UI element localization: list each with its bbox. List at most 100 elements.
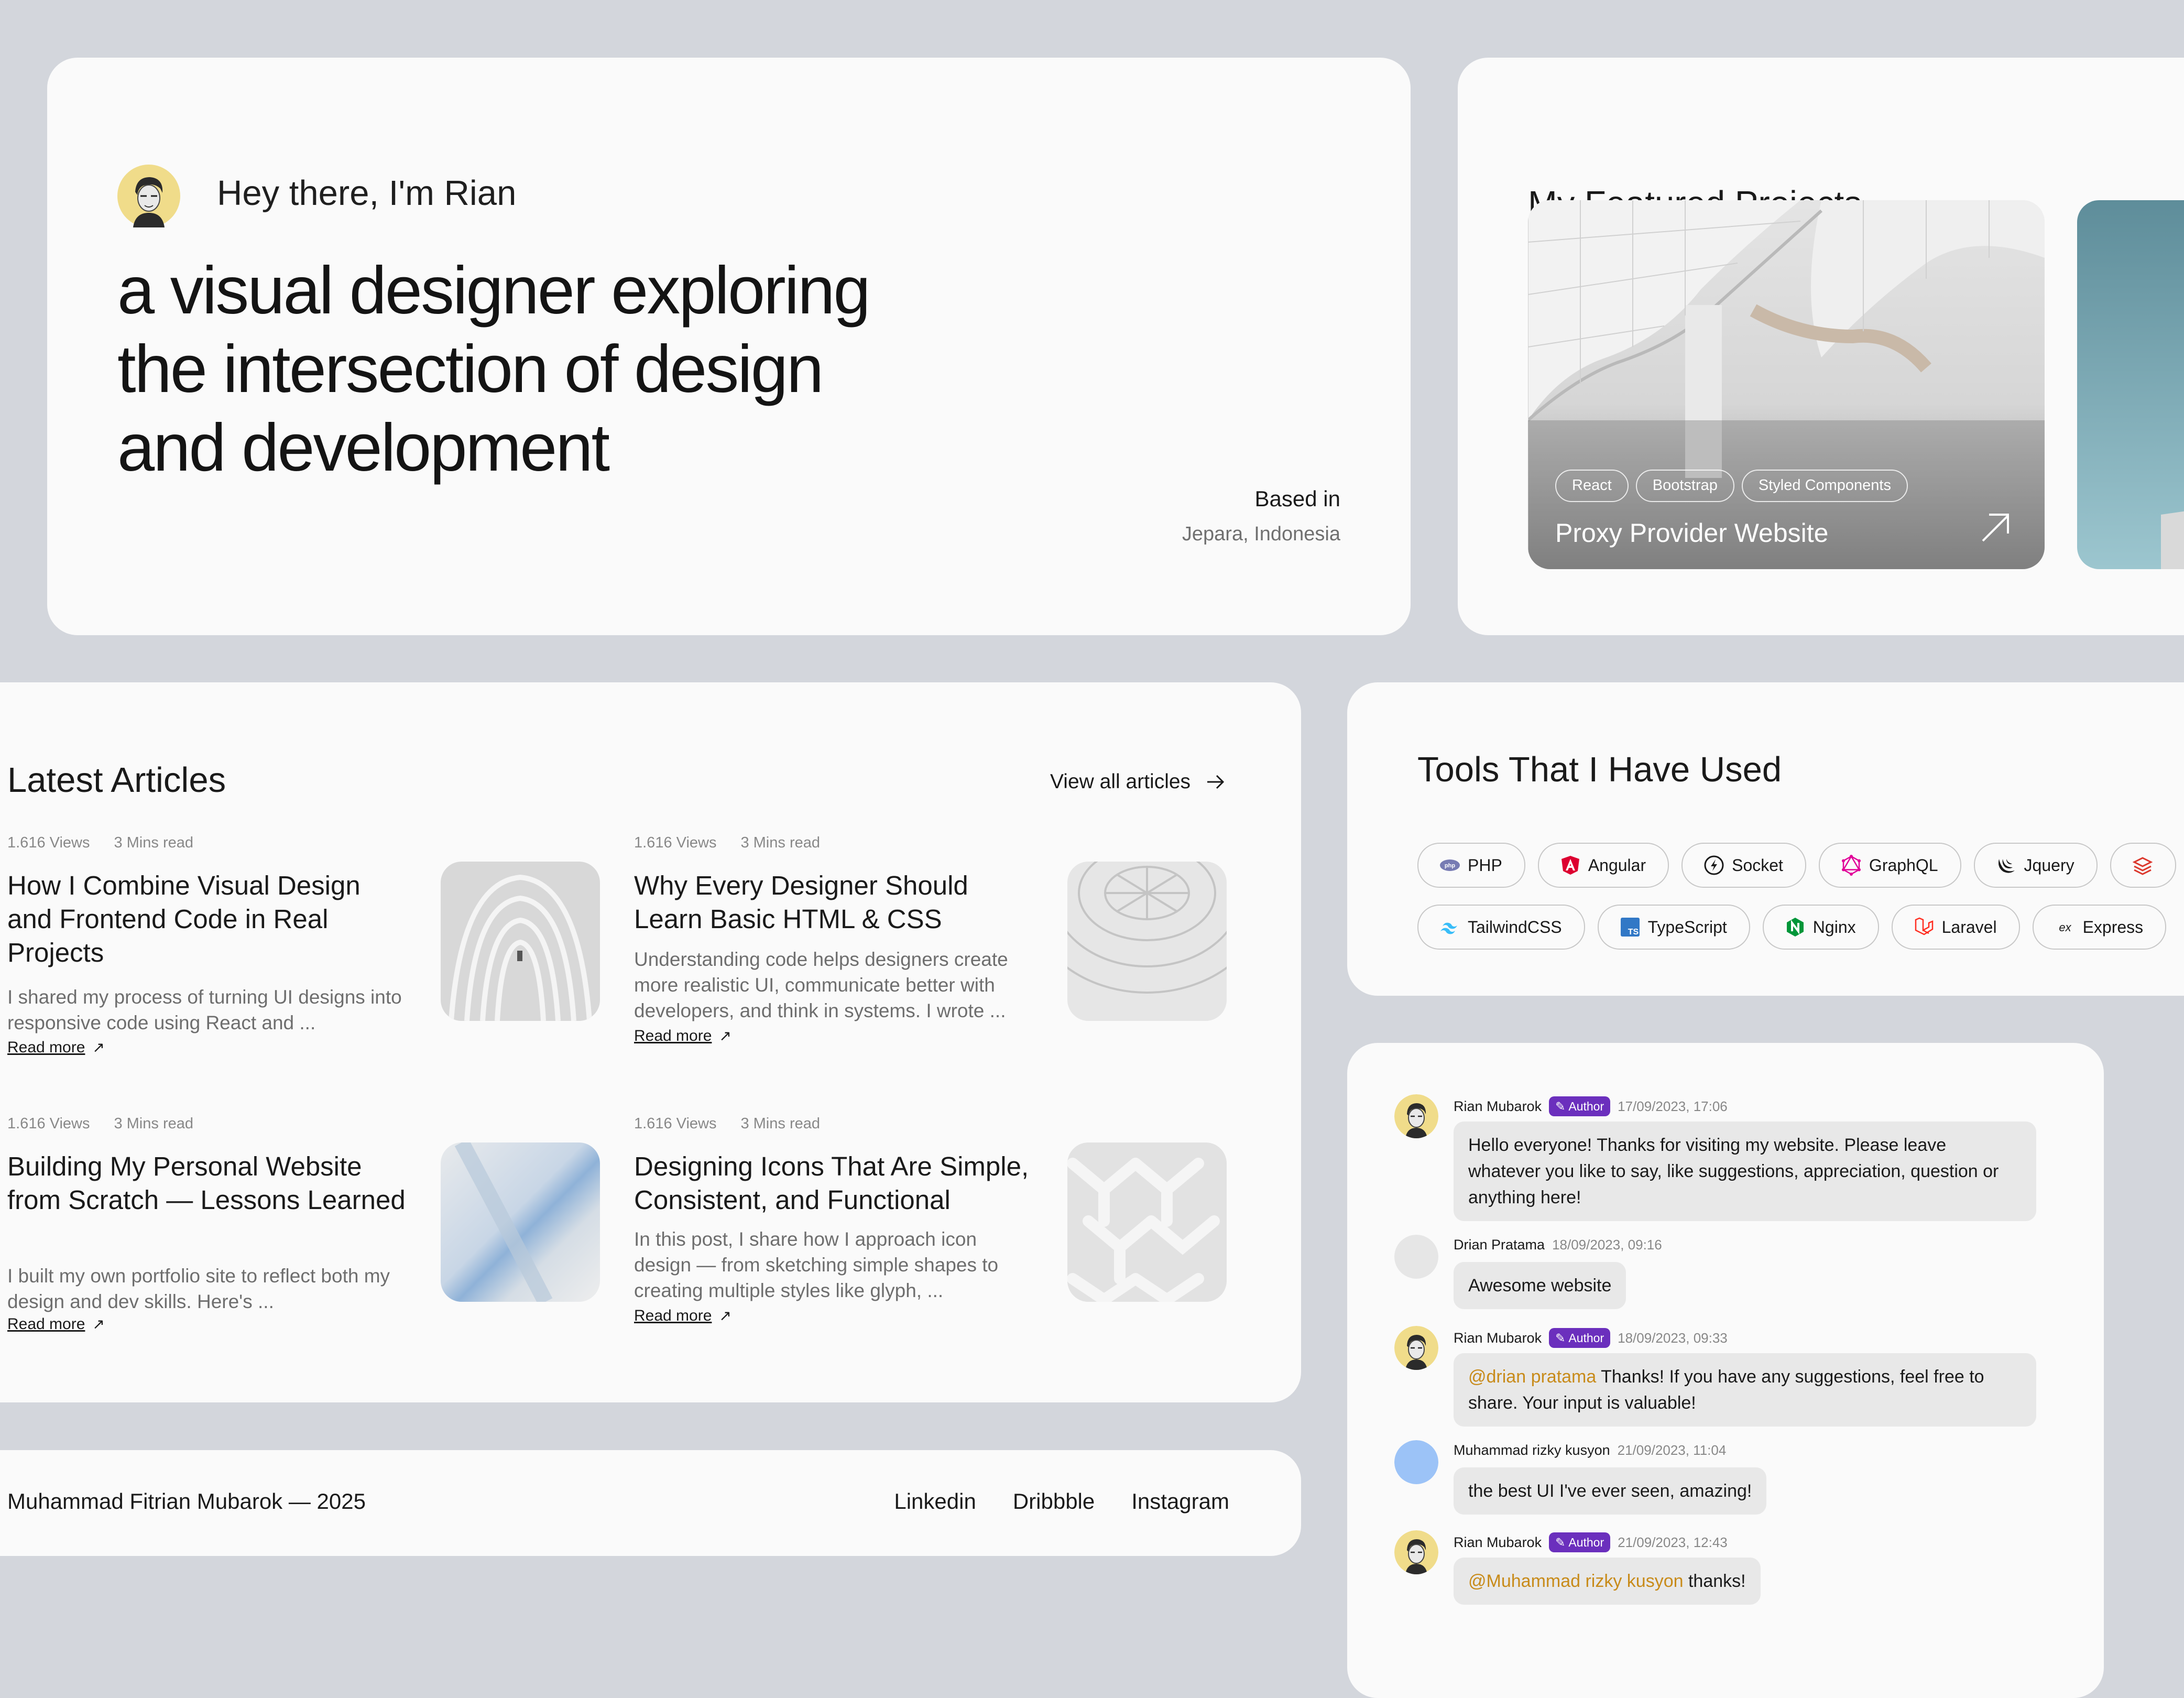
read-more-link[interactable]: Read more ↗ [7, 1315, 105, 1333]
arrow-up-right-icon: ↗ [92, 1039, 105, 1055]
arrow-up-right-icon[interactable] [1979, 510, 2012, 544]
article-title[interactable]: Why Every Designer Should Learn Basic HT… [634, 869, 1032, 936]
tool-chip-angular[interactable]: Angular [1537, 843, 1669, 888]
project-image [1528, 200, 2045, 569]
tools-card: Tools That I Have Used php PHP Angular S… [1347, 682, 2184, 996]
based-in-label: Based in [1254, 486, 1340, 511]
comment-bubble: @drian pratama Thanks! If you have any s… [1454, 1353, 2036, 1427]
jquery-icon [1998, 859, 2015, 873]
read-more-label: Read more [7, 1315, 85, 1333]
project-name: Proxy Provider Website [1555, 518, 1829, 548]
tool-label: Jquery [2024, 855, 2074, 875]
svg-text:php: php [1445, 863, 1455, 869]
article-image [1067, 862, 1227, 1021]
dribbble-link[interactable]: Dribbble [1013, 1489, 1095, 1514]
article-thumbnail[interactable] [441, 862, 600, 1021]
comment-header: Drian Pratama 18/09/2023, 09:16 [1454, 1237, 1662, 1253]
tool-chip-jquery[interactable]: Jquery [1973, 843, 2098, 888]
graphql-icon [1841, 855, 1861, 876]
tool-chip-tailwindcss[interactable]: TailwindCSS [1417, 905, 1585, 950]
redis-icon [2132, 857, 2153, 875]
tool-label: Angular [1588, 855, 1646, 875]
article-item[interactable]: 1.616 Views 3 Mins read Why Every Designe… [634, 834, 1252, 1054]
tool-chip-php[interactable]: php PHP [1417, 843, 1525, 888]
headline-line: and development [117, 410, 610, 485]
section-title: Latest Articles [7, 760, 226, 800]
article-thumbnail[interactable] [1067, 1142, 1227, 1302]
comment-time: 17/09/2023, 17:06 [1618, 1098, 1728, 1114]
read-time: 3 Mins read [114, 1115, 193, 1132]
project-tags: React Bootstrap Styled Components [1555, 470, 1908, 502]
comment-header: Muhammad rizky kusyon 21/09/2023, 11:04 [1454, 1442, 1726, 1458]
section-title: Tools That I Have Used [1417, 750, 1782, 789]
comment-bubble: the best UI I've ever seen, amazing! [1454, 1467, 1767, 1515]
location-text: Jepara, Indonesia [1182, 523, 1340, 545]
author-badge: ✎ Author [1549, 1532, 1611, 1552]
read-more-link[interactable]: Read more ↗ [634, 1027, 731, 1045]
article-item[interactable]: 1.616 Views 3 Mins read How I Combine Vis… [7, 834, 626, 1057]
avatar [1394, 1326, 1438, 1370]
author-badge: ✎ Author [1549, 1096, 1611, 1116]
author-badge-label: Author [1568, 1100, 1604, 1113]
article-item[interactable]: 1.616 Views 3 Mins read Building My Perso… [7, 1115, 626, 1335]
article-image [441, 1142, 600, 1302]
article-excerpt: In this post, I share how I approach ico… [634, 1228, 999, 1301]
read-more-link[interactable]: Read more ↗ [634, 1307, 731, 1325]
read-time: 3 Mins read [740, 1115, 820, 1132]
project-card[interactable] [2077, 200, 2184, 569]
article-meta: 1.616 Views 3 Mins read [634, 1115, 820, 1133]
view-all-articles-link[interactable]: View all articles [1050, 770, 1226, 793]
article-title[interactable]: Building My Personal Website from Scratc… [7, 1150, 406, 1217]
tool-label: Nginx [1812, 917, 1856, 937]
mention-link[interactable]: @drian pratama [1468, 1367, 1596, 1387]
tool-label: PHP [1468, 855, 1502, 875]
tool-chip-partial[interactable] [2110, 843, 2176, 888]
article-excerpt: Understanding code helps designers creat… [634, 949, 1008, 1021]
comment-time: 18/09/2023, 09:16 [1552, 1237, 1662, 1253]
tool-chip-socket[interactable]: Socket [1681, 843, 1806, 888]
article-thumbnail[interactable] [441, 1142, 600, 1302]
tag-chip: React [1555, 470, 1629, 502]
hero-card: Hey there, I'm Rian a visual designer ex… [47, 58, 1411, 635]
svg-text:TS: TS [1628, 928, 1639, 937]
views-count: 1.616 Views [634, 1115, 717, 1132]
arrow-right-icon [1207, 775, 1225, 789]
comment-time: 18/09/2023, 09:33 [1618, 1330, 1728, 1346]
arrow-up-right-icon: ↗ [92, 1316, 105, 1332]
article-title[interactable]: How I Combine Visual Design and Frontend… [7, 869, 406, 970]
featured-projects-card: My Featured Projects React Bootstrap Sty… [1458, 58, 2184, 635]
article-excerpt: I built my own portfolio site to reflect… [7, 1265, 390, 1312]
article-title[interactable]: Designing Icons That Are Simple, Consist… [634, 1150, 1032, 1217]
article-item[interactable]: 1.616 Views 3 Mins read Designing Icons T… [634, 1115, 1252, 1335]
tool-chip-nginx[interactable]: Nginx [1762, 905, 1879, 950]
article-meta: 1.616 Views 3 Mins read [7, 834, 193, 852]
comment-bubble: Awesome website [1454, 1262, 1626, 1309]
commenter-name: Rian Mubarok [1454, 1330, 1542, 1346]
comment-text: thanks! [1683, 1571, 1746, 1591]
social-links: Linkedin Dribbble Instagram [894, 1489, 1229, 1514]
read-more-label: Read more [7, 1039, 85, 1056]
project-card[interactable]: React Bootstrap Styled Components Proxy … [1528, 200, 2045, 569]
read-time: 3 Mins read [740, 834, 820, 851]
article-thumbnail[interactable] [1067, 862, 1227, 1021]
tool-chip-laravel[interactable]: Laravel [1891, 905, 2020, 950]
tool-label: TailwindCSS [1468, 917, 1562, 937]
tool-chip-typescript[interactable]: TS TypeScript [1597, 905, 1750, 950]
tool-chip-express[interactable]: ex Express [2032, 905, 2167, 950]
tool-chip-graphql[interactable]: GraphQL [1818, 843, 1961, 888]
read-more-link[interactable]: Read more ↗ [7, 1039, 105, 1057]
comment-bubble: @Muhammad rizky kusyon thanks! [1454, 1558, 1761, 1605]
tailwind-icon [1440, 922, 1457, 934]
mention-link[interactable]: @Muhammad rizky kusyon [1468, 1571, 1684, 1591]
read-time: 3 Mins read [114, 834, 193, 851]
linkedin-link[interactable]: Linkedin [894, 1489, 976, 1514]
tool-label: Express [2082, 917, 2144, 937]
badge-icon: ✎ [1555, 1536, 1566, 1549]
views-count: 1.616 Views [634, 834, 717, 851]
tool-label: Laravel [1941, 917, 1997, 937]
comment-header: Rian Mubarok ✎ Author 17/09/2023, 17:06 [1454, 1096, 1728, 1116]
instagram-link[interactable]: Instagram [1131, 1489, 1229, 1514]
svg-text:ex: ex [2059, 921, 2071, 934]
article-excerpt: I shared my process of turning UI design… [7, 986, 402, 1033]
badge-icon: ✎ [1555, 1100, 1566, 1113]
